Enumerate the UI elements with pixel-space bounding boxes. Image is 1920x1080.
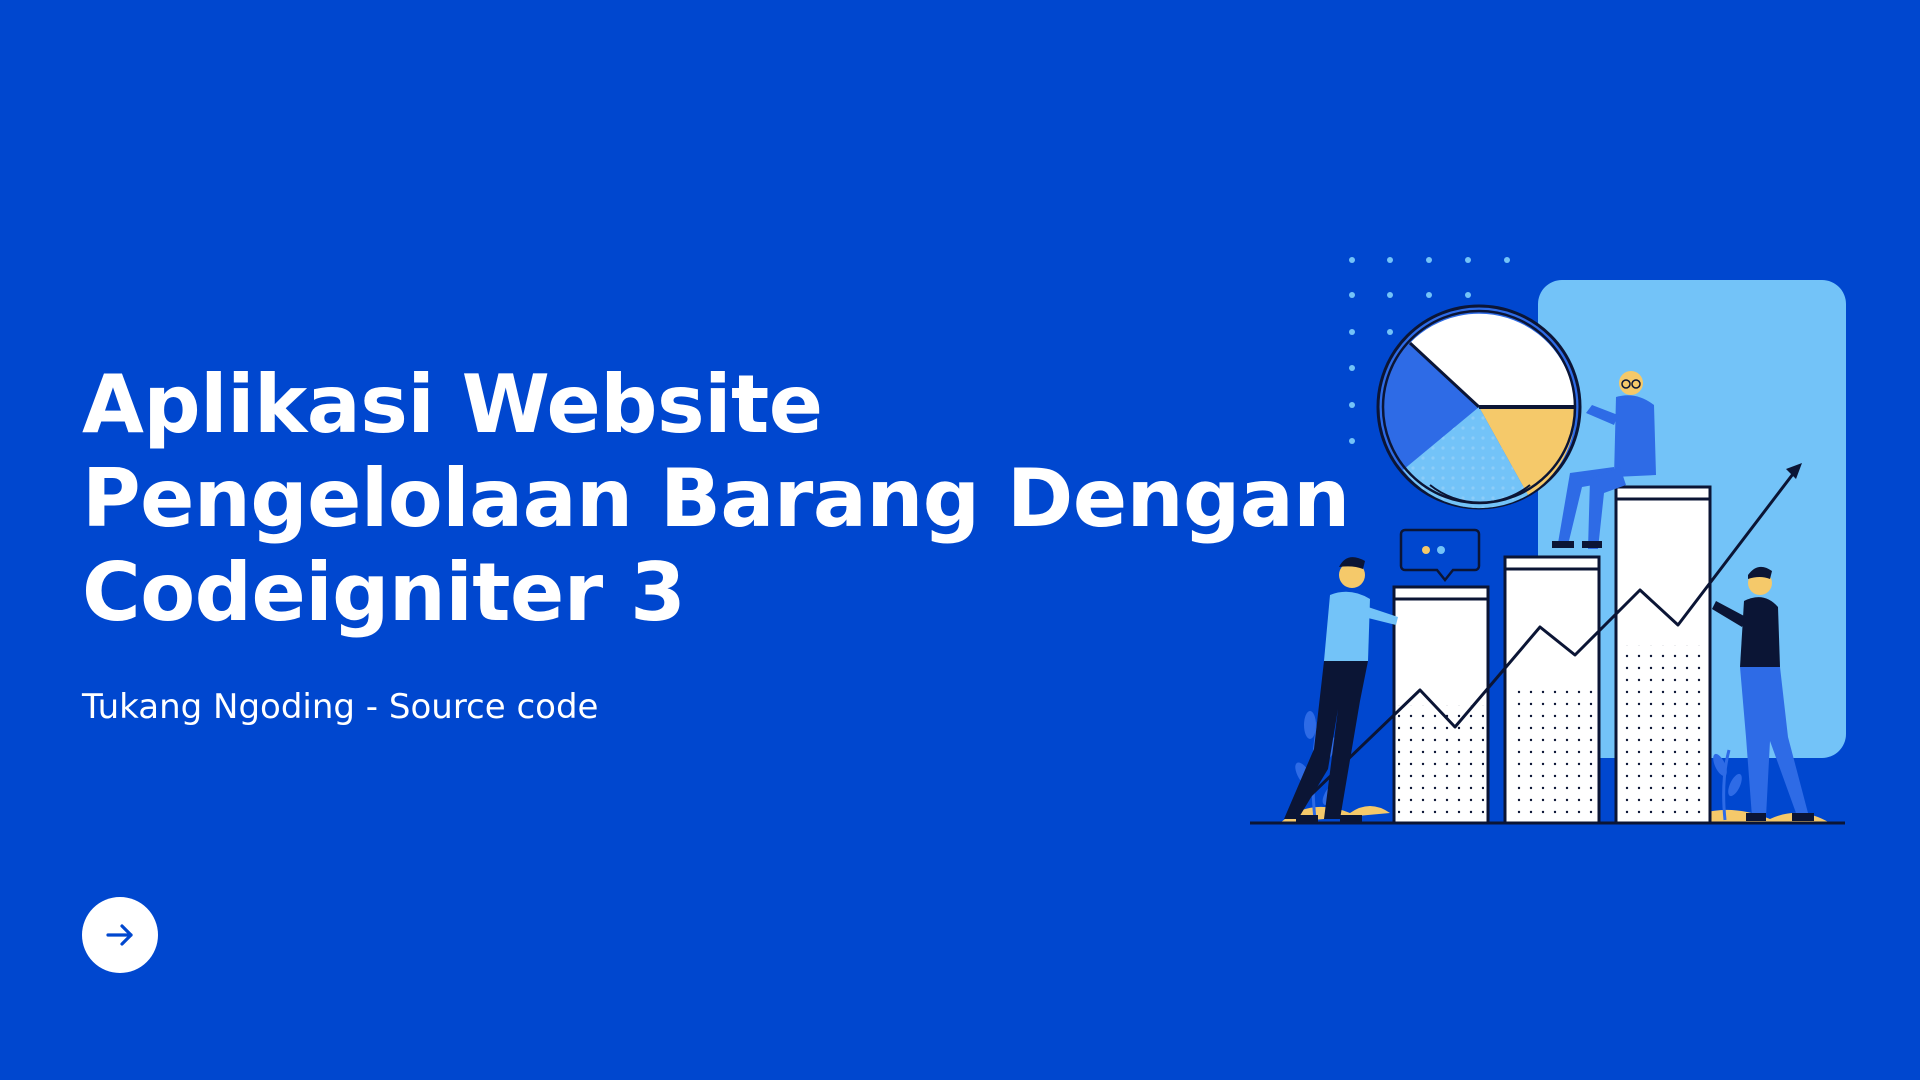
business-team-illustration (1250, 257, 1846, 825)
title-line-3: Codeigniter 3 (82, 546, 686, 639)
arrow-right-icon (106, 924, 133, 946)
title-line-2: Pengelolaan Barang Dengan (82, 452, 1350, 545)
speech-bubble (1399, 528, 1481, 583)
slide-title: Aplikasi Website Pengelolaan Barang Deng… (82, 358, 1350, 640)
person-left (1284, 557, 1398, 822)
next-button[interactable] (82, 897, 158, 973)
slide-subtitle: Tukang Ngoding - Source code (82, 687, 599, 727)
title-line-1: Aplikasi Website (82, 358, 823, 451)
pie-chart (1376, 304, 1582, 510)
